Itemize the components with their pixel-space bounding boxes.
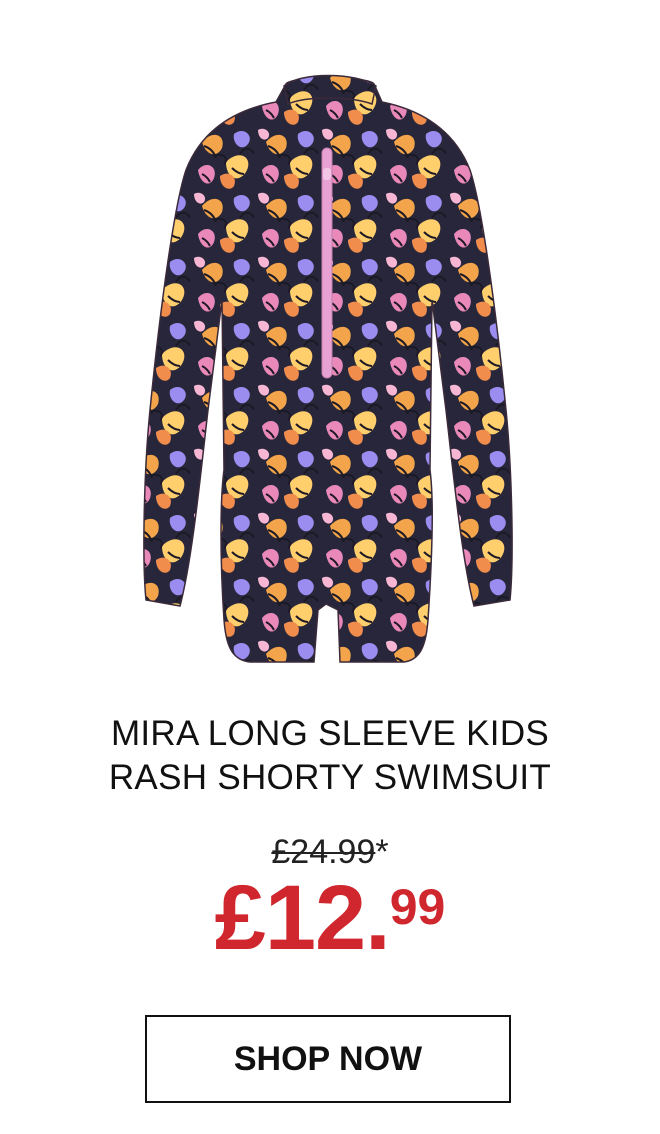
product-title-line-2: RASH SHORTY SWIMSUIT [108,758,552,797]
sale-price: £12.99 [0,868,660,968]
original-price-marker: * [375,833,389,871]
product-title[interactable]: MIRA LONG SLEEVE KIDS RASH SHORTY SWIMSU… [0,712,660,800]
zip [321,147,333,379]
original-price-value: £24.99 [271,833,376,871]
rash-suit-illustration [143,74,513,663]
product-image[interactable] [0,0,660,690]
original-price: £24.99* [0,832,660,872]
sale-price-pence: 99 [389,879,446,935]
product-title-line-1: MIRA LONG SLEEVE KIDS [110,714,550,753]
shop-now-button[interactable]: SHOP NOW [145,1015,511,1103]
sale-price-main: £12. [214,867,391,969]
